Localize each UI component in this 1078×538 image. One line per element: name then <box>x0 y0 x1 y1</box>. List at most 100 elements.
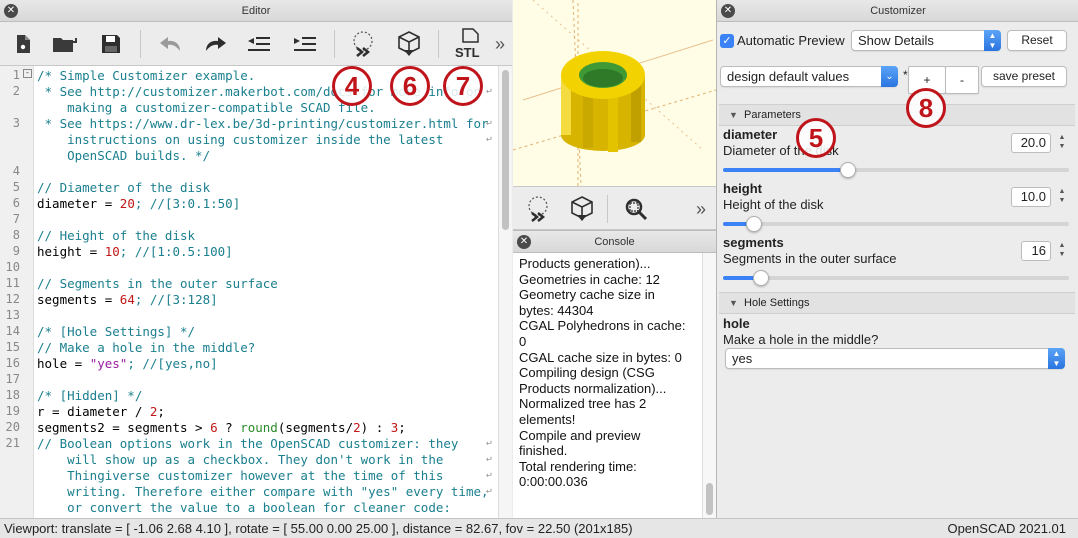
code-token: 2 <box>353 420 361 435</box>
remove-preset-button[interactable]: - <box>945 66 979 94</box>
code-line: r = diameter / 2; <box>37 404 165 420</box>
console-line: bytes: 44304 <box>519 302 594 318</box>
code-token: hole = <box>37 356 90 371</box>
code-token: OpenSCAD builds. */ <box>37 148 211 163</box>
code-token: 10 <box>104 244 120 259</box>
3d-viewport[interactable] <box>513 0 716 186</box>
unindent-icon[interactable] <box>242 28 276 60</box>
hole-name: hole <box>723 316 750 331</box>
console-line: Compile and preview <box>519 427 641 443</box>
diameter-slider[interactable] <box>723 162 1069 178</box>
export-stl-icon[interactable]: STL <box>448 28 488 60</box>
parameters-section-label: Parameters <box>744 109 801 121</box>
render-icon[interactable] <box>392 28 426 60</box>
new-file-icon[interactable] <box>6 28 40 60</box>
close-icon[interactable]: ✕ <box>517 235 531 249</box>
spin-arrows-icon[interactable]: ▲ ▼ <box>1057 241 1067 261</box>
version-label: OpenSCAD 2021.01 <box>947 521 1066 536</box>
automatic-preview-checkbox[interactable]: ✓ <box>720 34 734 48</box>
line-number: 3 <box>12 116 20 130</box>
segments-spinbox[interactable]: 16 <box>1021 241 1051 261</box>
height-spinbox[interactable]: 10.0 <box>1011 187 1051 207</box>
console-line: elements! <box>519 412 576 427</box>
toolbar-overflow-icon[interactable]: » <box>488 28 512 60</box>
code-token: ; <box>398 420 406 435</box>
console-title: Console <box>594 236 635 248</box>
zoom-all-icon[interactable] <box>619 193 653 225</box>
diameter-spinbox[interactable]: 20.0 <box>1011 133 1051 153</box>
hole-settings-section-label: Hole Settings <box>744 297 810 309</box>
save-icon[interactable] <box>94 28 128 60</box>
code-editor[interactable]: 1 2 3 4 5 6 7 8 9 10 11 12 13 14 15 16 17 18 19 20 21- /* Si… <box>0 66 498 518</box>
customizer-title: Customizer <box>870 5 926 17</box>
height-slider[interactable] <box>723 216 1069 232</box>
viewport-status-text: Viewport: translate = [ -1.06 2.68 4.10 … <box>4 521 633 536</box>
editor-scroll-thumb[interactable] <box>502 70 509 230</box>
code-token: diameter = <box>37 196 120 211</box>
code-line: will show up as a checkbox. They don't w… <box>37 452 443 468</box>
preview-icon[interactable] <box>521 193 555 225</box>
toolbar-overflow-icon[interactable]: » <box>689 193 713 225</box>
close-icon[interactable]: ✕ <box>4 4 18 18</box>
spin-arrows-icon[interactable]: ▲ ▼ <box>1057 133 1067 153</box>
callout-marker: 6 <box>390 66 430 106</box>
console-titlebar: ✕ Console <box>513 231 716 253</box>
console-line: 0 <box>519 334 527 349</box>
code-line: // Make a hole in the middle? <box>37 340 255 356</box>
toolbar-separator <box>438 30 439 58</box>
code-line: /* Simple Customizer example. <box>37 68 255 84</box>
code-line: segments2 = segments > 6 ? round(segment… <box>37 420 406 436</box>
segments-slider-knob[interactable] <box>753 270 770 286</box>
segments-slider[interactable] <box>723 270 1069 286</box>
close-icon[interactable]: ✕ <box>721 4 735 18</box>
line-number: 16 <box>5 356 20 370</box>
height-slider-knob[interactable] <box>746 216 763 232</box>
undo-icon[interactable] <box>154 28 188 60</box>
hole-select-value: yes <box>732 351 753 366</box>
editor-scrollbar[interactable] <box>498 66 512 518</box>
code-token: writing. Therefore either compare with "… <box>37 484 489 499</box>
line-number: 2 <box>12 84 20 98</box>
toolbar-separator <box>140 30 141 58</box>
hole-settings-section-header[interactable]: ▼ Hole Settings <box>719 292 1075 314</box>
line-gutter: 1 2 3 4 5 6 7 8 9 10 11 12 13 14 15 16 17 18 19 20 21- <box>0 66 34 518</box>
indent-icon[interactable] <box>288 28 322 60</box>
preview-icon[interactable] <box>346 28 380 60</box>
code-token: round <box>240 420 278 435</box>
preset-select[interactable]: design default values ⌄ <box>720 66 898 87</box>
details-select[interactable]: Show Details ▲ ▼ <box>851 30 1001 51</box>
code-token: Thingiverse customizer however at the ti… <box>37 468 444 483</box>
callout-marker: 5 <box>796 118 836 158</box>
save-preset-button[interactable]: save preset <box>981 66 1067 87</box>
toolbar-separator <box>334 30 335 58</box>
reset-button[interactable]: Reset <box>1007 30 1067 51</box>
console-line: Compiling design (CSG <box>519 365 655 381</box>
line-number: 4 <box>12 164 20 178</box>
details-select-value: Show Details <box>858 33 934 48</box>
line-number: 5 <box>12 180 20 194</box>
console-line: finished. <box>519 443 568 459</box>
console-line: Products normalization)... <box>519 380 667 396</box>
line-number: 7 <box>12 212 20 226</box>
render-icon[interactable] <box>565 193 599 225</box>
console-scrollbar[interactable] <box>702 253 716 519</box>
open-folder-icon[interactable] <box>48 28 82 60</box>
hole-select[interactable]: yes ▲ ▼ <box>725 348 1065 369</box>
console-scroll-thumb[interactable] <box>706 483 713 515</box>
customizer-panel: ✕ Customizer ✓ Automatic Preview Show De… <box>716 0 1078 518</box>
redo-icon[interactable] <box>198 28 232 60</box>
chevron-updown-icon: ▲ ▼ <box>1048 348 1065 369</box>
diameter-slider-knob[interactable] <box>839 162 856 178</box>
code-token: /* Simple Customizer example. <box>37 68 256 83</box>
editor-title: Editor <box>241 5 271 17</box>
fold-toggle-icon[interactable]: - <box>23 69 32 78</box>
triangle-down-icon: ▼ <box>729 110 738 120</box>
code-token: making a customizer-compatible SCAD file… <box>37 100 376 115</box>
code-line: segments = 64; //[3:128] <box>37 292 218 308</box>
code-token: ; <box>157 404 165 419</box>
code-line: height = 10; //[1:0.5:100] <box>37 244 233 260</box>
code-token: // Make a hole in the middle? <box>37 340 256 355</box>
code-token: 64 <box>119 292 135 307</box>
parameters-section-header[interactable]: ▼ Parameters <box>719 104 1075 126</box>
spin-arrows-icon[interactable]: ▲ ▼ <box>1057 187 1067 207</box>
